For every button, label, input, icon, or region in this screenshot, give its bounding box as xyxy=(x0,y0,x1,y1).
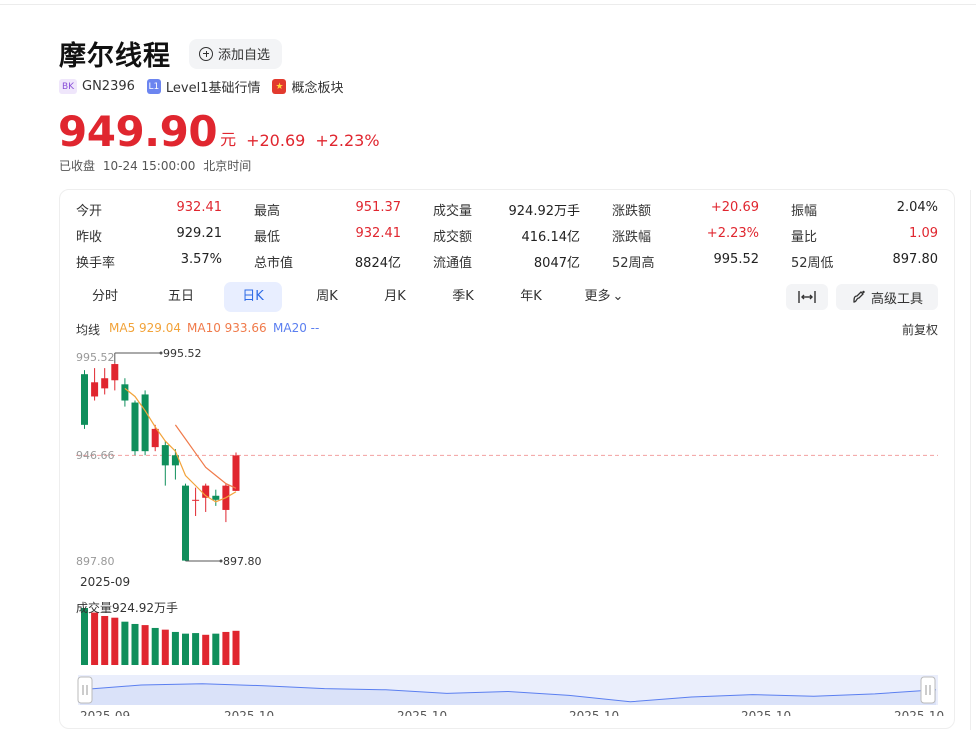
ma10-line xyxy=(174,424,237,489)
y-tick-label: 946.66 xyxy=(76,449,115,462)
volume-bar xyxy=(121,621,129,665)
candle-body xyxy=(192,499,200,501)
volume-bar xyxy=(151,627,159,665)
volume-bar xyxy=(101,615,109,665)
navigator-date-label: 2025-09 xyxy=(80,709,130,716)
volume-bar xyxy=(202,634,210,665)
volume-bar xyxy=(171,631,179,665)
high-marker-label: 995.52 xyxy=(163,347,202,360)
volume-bar xyxy=(182,633,189,665)
candle-body xyxy=(151,428,159,448)
volume-bar xyxy=(81,608,88,665)
navigator-date-label: 2025-10 xyxy=(741,709,791,716)
navigator-date-label: 2025-10 xyxy=(397,709,447,716)
candle-body xyxy=(121,384,129,401)
volume-bar xyxy=(111,617,119,665)
volume-bar xyxy=(192,633,200,665)
navigator-right-handle[interactable] xyxy=(920,676,936,704)
volume-bar xyxy=(232,630,240,665)
volume-bar xyxy=(212,633,220,665)
navigator-date-label: 2025-10 xyxy=(224,709,274,716)
ma5-line xyxy=(124,387,237,503)
navigator-date-label: 2025-10 xyxy=(894,709,944,716)
candle-body xyxy=(161,445,169,466)
candle-body xyxy=(232,455,240,491)
volume-label: 成交量924.92万手 xyxy=(76,601,178,615)
volume-bar xyxy=(141,625,149,665)
y-tick-label: 897.80 xyxy=(76,555,115,568)
y-tick-label: 995.52 xyxy=(76,351,115,364)
candle-body xyxy=(182,485,189,561)
low-marker-label: 897.80 xyxy=(223,555,262,568)
candle-body xyxy=(81,374,88,425)
candle-body xyxy=(131,402,139,452)
candle-body xyxy=(111,364,119,381)
candle-body xyxy=(212,495,220,500)
navigator-date-label: 2025-10 xyxy=(569,709,619,716)
candle-body xyxy=(91,382,99,397)
navigator-left-handle[interactable] xyxy=(77,676,93,704)
candle-body xyxy=(101,378,109,389)
volume-bar xyxy=(222,631,230,665)
volume-bar xyxy=(91,612,99,665)
x-axis-date: 2025-09 xyxy=(80,575,131,589)
volume-bar xyxy=(161,629,169,665)
candle-body xyxy=(141,394,149,452)
volume-bar xyxy=(131,623,139,665)
